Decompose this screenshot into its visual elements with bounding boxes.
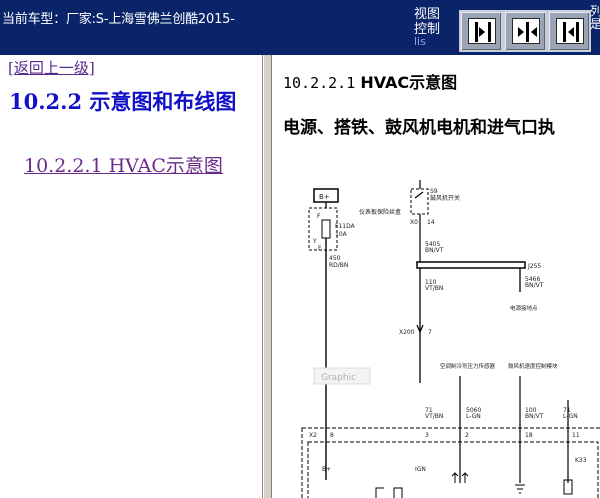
svg-text:L-GN: L-GN bbox=[466, 413, 481, 420]
svg-text:Graphic: Graphic bbox=[321, 373, 356, 383]
collapse-left-icon bbox=[475, 22, 491, 42]
clipped-header-text: 列 是 bbox=[590, 5, 600, 31]
diagram-subtitle: 电源、搭铁、鼓风机电机和进气口执 bbox=[283, 118, 555, 138]
view-control-label: 视图 控制 lis bbox=[414, 7, 441, 48]
svg-text:3: 3 bbox=[425, 432, 429, 439]
split-view-button[interactable] bbox=[503, 10, 547, 52]
navigation-panel: [返回上一级] 10.2.2 示意图和布线图 10.2.2.1 HVAC示意图 bbox=[0, 55, 263, 498]
back-link[interactable]: [返回上一级] bbox=[8, 57, 95, 78]
split-center-icon bbox=[518, 22, 537, 42]
svg-text:F: F bbox=[318, 245, 322, 252]
svg-text:11: 11 bbox=[572, 432, 580, 439]
svg-text:BN/VT: BN/VT bbox=[425, 247, 444, 254]
wiring-diagram: B+ 仪表板保险丝盒 F F11DA 10A Y F 450 RD/BN S9 … bbox=[301, 180, 600, 498]
sub-section-link[interactable]: 10.2.2.1 HVAC示意图 bbox=[9, 153, 259, 179]
fuse-symbol bbox=[321, 219, 331, 239]
splice-bar bbox=[416, 261, 526, 269]
svg-text:F11DA: F11DA bbox=[335, 223, 356, 230]
svg-text:RD/BN: RD/BN bbox=[329, 262, 348, 269]
svg-text:F: F bbox=[317, 213, 321, 220]
svg-text:K33: K33 bbox=[575, 457, 587, 464]
blower-switch-box bbox=[410, 188, 429, 215]
svg-text:IGN: IGN bbox=[415, 466, 426, 473]
svg-text:B+: B+ bbox=[322, 466, 331, 473]
svg-text:2: 2 bbox=[465, 432, 469, 439]
svg-text:X200: X200 bbox=[399, 329, 415, 336]
svg-text:J255: J255 bbox=[527, 263, 541, 270]
svg-text:X0: X0 bbox=[410, 219, 418, 226]
svg-text:7: 7 bbox=[428, 329, 432, 336]
expand-content-button[interactable] bbox=[459, 10, 503, 52]
svg-text:14: 14 bbox=[427, 219, 435, 226]
content-panel: 10.2.2.1 HVAC示意图 电源、搭铁、鼓风机电机和进气口执 B+ 仪表板… bbox=[272, 55, 600, 498]
svg-text:18: 18 bbox=[525, 432, 533, 439]
svg-text:L-GN: L-GN bbox=[563, 413, 578, 420]
svg-text:鼓风机速度控制模块: 鼓风机速度控制模块 bbox=[508, 362, 558, 370]
panel-splitter[interactable] bbox=[263, 55, 272, 498]
page-title: 10.2.2.1 HVAC示意图 bbox=[283, 73, 458, 92]
svg-text:空调制冷剂压力传感器: 空调制冷剂压力传感器 bbox=[440, 362, 496, 370]
svg-text:X2: X2 bbox=[309, 432, 317, 439]
collapse-right-icon bbox=[563, 22, 579, 42]
hvac-module-box bbox=[301, 427, 600, 498]
b-plus-label: B+ bbox=[319, 193, 330, 201]
section-title: 10.2.2 示意图和布线图 bbox=[9, 89, 237, 114]
svg-text:VT/BN: VT/BN bbox=[425, 413, 443, 420]
svg-text:Y: Y bbox=[312, 238, 317, 245]
svg-text:VT/BN: VT/BN bbox=[425, 285, 443, 292]
svg-text:电源接地点: 电源接地点 bbox=[510, 304, 538, 312]
vehicle-model-label: 当前车型：厂家:S-上海雪佛兰创酷2015- bbox=[2, 12, 235, 27]
svg-text:BN/VT: BN/VT bbox=[525, 413, 544, 420]
svg-text:450: 450 bbox=[329, 255, 341, 262]
fuse-block-label: 仪表板保险丝盒 bbox=[359, 208, 401, 216]
top-bar: 当前车型：厂家:S-上海雪佛兰创酷2015- 视图 控制 lis 列 是 bbox=[0, 0, 600, 55]
svg-text:10A: 10A bbox=[335, 231, 348, 238]
svg-text:BN/VT: BN/VT bbox=[525, 282, 544, 289]
svg-text:8: 8 bbox=[330, 432, 334, 439]
svg-text:鼓风机开关: 鼓风机开关 bbox=[430, 194, 460, 202]
expand-sidebar-button[interactable] bbox=[547, 10, 591, 52]
svg-text:S9: S9 bbox=[430, 188, 438, 195]
